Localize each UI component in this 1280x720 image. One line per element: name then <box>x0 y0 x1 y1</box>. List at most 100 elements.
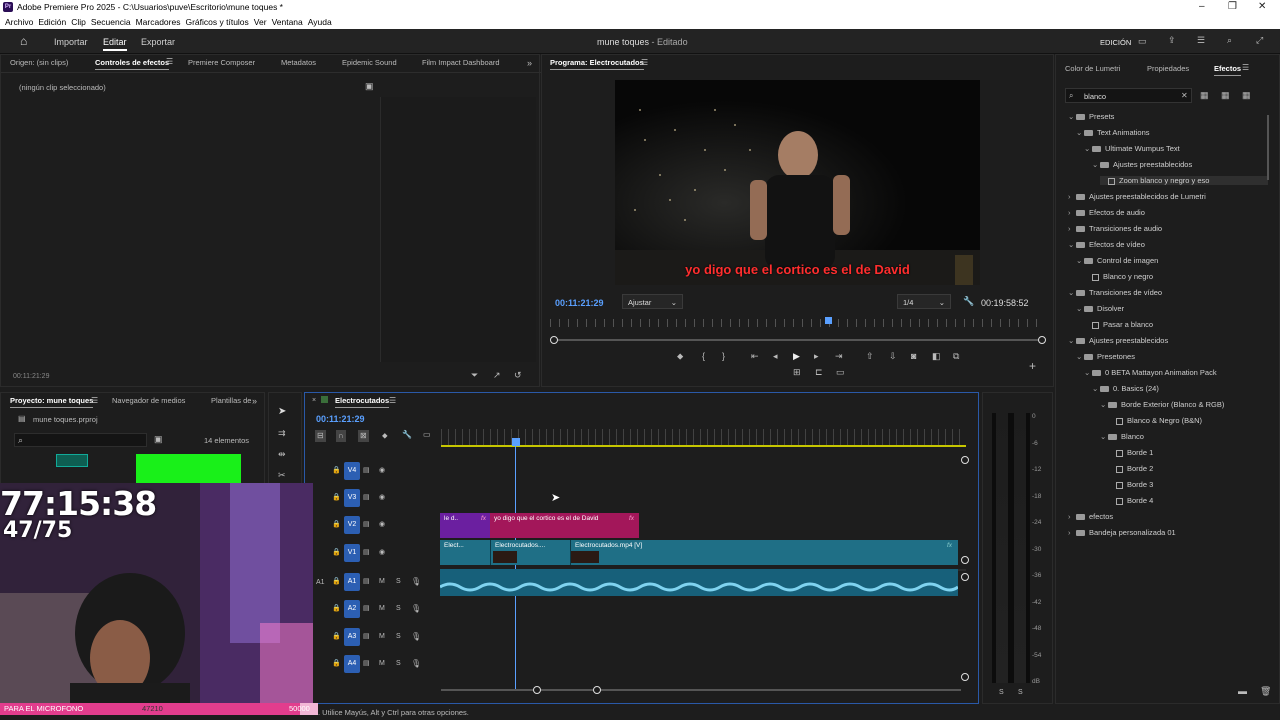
v-scroll-top[interactable] <box>961 456 969 464</box>
ripple-edit-icon[interactable]: ⇹ <box>278 450 286 459</box>
zoom-handle-right[interactable] <box>1038 336 1046 344</box>
effects-tree-item[interactable]: ⌄ Presetones <box>1076 352 1135 361</box>
effects-tree-item[interactable]: Borde 2 <box>1108 464 1153 473</box>
wrench-icon[interactable]: 🔧 <box>963 297 974 306</box>
tab-epidemic-sound[interactable]: Epidemic Sound <box>342 58 397 67</box>
chevron-right-icon[interactable]: › <box>1068 512 1076 521</box>
zoom-handle-left[interactable] <box>550 336 558 344</box>
solo-icon[interactable]: S <box>396 633 401 640</box>
toggle-sync-icon[interactable]: ▤ <box>363 521 370 528</box>
menu-item-3[interactable]: Secuencia <box>91 15 131 29</box>
toggle-sync-icon[interactable]: ▤ <box>363 660 370 667</box>
sequence-menu-icon[interactable]: ☰ <box>389 397 396 405</box>
razor-tool-icon[interactable]: ✂ <box>278 471 286 480</box>
delete-icon[interactable]: 🗑 <box>1260 687 1271 696</box>
marker-icon[interactable]: ⬥ <box>677 352 683 361</box>
tab-navegador-medios[interactable]: Navegador de medios <box>112 396 185 405</box>
lock-icon[interactable]: 🔒 <box>332 660 341 667</box>
chevron-down-icon[interactable]: ⌄ <box>1092 384 1100 393</box>
selection-tool-icon[interactable]: ➤ <box>278 407 286 417</box>
solo-icon[interactable]: S <box>396 605 401 612</box>
program-menu-icon[interactable]: ☰ <box>641 59 648 67</box>
effects-tree-item[interactable]: Pasar a blanco <box>1084 320 1153 329</box>
tab-film-impact[interactable]: Film Impact Dashboard <box>422 58 500 67</box>
accelerated-effects-icon[interactable]: ▦ <box>1200 91 1209 100</box>
chevron-down-icon[interactable]: ⌄ <box>1076 128 1084 137</box>
mute-icon[interactable]: M <box>379 578 385 585</box>
effects-tree-item[interactable]: ⌄ Transiciones de vídeo <box>1068 288 1162 297</box>
tab-proyecto[interactable]: Proyecto: mune toques <box>10 396 94 408</box>
a1-audio-clip[interactable] <box>440 569 958 596</box>
tab-metadatos[interactable]: Metadatos <box>281 58 316 67</box>
video-frame[interactable]: yo digo que el cortico es el de David <box>615 80 980 285</box>
go-to-in-icon[interactable]: ⇤ <box>751 352 759 361</box>
menu-item-8[interactable]: Ayuda <box>308 15 332 29</box>
project-search[interactable]: ⌕ <box>14 433 147 447</box>
chevron-down-icon[interactable]: ⌄ <box>1100 432 1108 441</box>
safe-margins-icon[interactable]: ⊞ <box>793 368 801 377</box>
timeline-timecode[interactable]: 00:11:21:29 <box>316 414 365 424</box>
microphone-icon[interactable]: 🎙 <box>411 578 421 586</box>
minimize-icon[interactable]: – <box>1199 1 1205 12</box>
effects-menu-icon[interactable]: ☰ <box>1242 64 1249 72</box>
effects-tree-item[interactable]: ⌄ 0 BETA Mattayon Animation Pack <box>1084 368 1217 377</box>
effects-tree-item[interactable]: Borde 3 <box>1108 480 1153 489</box>
effects-tree-item[interactable]: Borde 1 <box>1108 448 1153 457</box>
more-tabs-icon[interactable]: » <box>527 59 532 68</box>
track-select-icon[interactable]: ⇉ <box>278 429 286 438</box>
menu-item-7[interactable]: Ventana <box>272 15 303 29</box>
toggle-sync-icon[interactable]: ▤ <box>363 549 370 556</box>
tab-premiere-composer[interactable]: Premiere Composer <box>188 58 255 67</box>
tab-color-lumetri[interactable]: Color de Lumetri <box>1065 64 1120 73</box>
timeline-settings-icon[interactable]: 🔧 <box>402 431 412 439</box>
nest-icon[interactable]: ⊟ <box>315 430 326 442</box>
multicam-icon[interactable]: ⧉ <box>953 352 959 361</box>
timeline-scroll-handle-right[interactable] <box>593 686 601 694</box>
close-sequence-icon[interactable]: × <box>312 397 316 404</box>
export-frame-icon[interactable]: ↗ <box>493 371 501 380</box>
chevron-down-icon[interactable]: ⌄ <box>1076 256 1084 265</box>
toggle-sync-icon[interactable]: ▤ <box>363 633 370 640</box>
program-ruler[interactable] <box>550 319 1045 327</box>
track-target-a1[interactable]: A1 <box>344 573 360 591</box>
tab-propiedades[interactable]: Propiedades <box>1147 64 1189 73</box>
green-screen-thumbnail[interactable] <box>136 454 241 484</box>
toggle-sync-icon[interactable]: ▤ <box>363 605 370 612</box>
chevron-down-icon[interactable]: ⌄ <box>1068 240 1076 249</box>
chevron-down-icon[interactable]: ⌄ <box>1084 368 1092 377</box>
snap-icon[interactable]: ∩ <box>336 430 346 442</box>
more-tabs-icon[interactable]: » <box>252 397 257 406</box>
mute-icon[interactable]: M <box>379 633 385 640</box>
track-target-a3[interactable]: A3 <box>344 628 360 646</box>
menu-item-2[interactable]: Clip <box>71 15 86 29</box>
program-title[interactable]: Programa: Electrocutados <box>550 58 644 70</box>
track-target-a2[interactable]: A2 <box>344 600 360 618</box>
v2-clip-1[interactable]: le d.. fx <box>440 513 490 538</box>
go-to-out-icon[interactable]: ⇥ <box>835 352 843 361</box>
effects-tree-item[interactable]: ⌄ Control de imagen <box>1076 256 1158 265</box>
mute-icon[interactable]: M <box>379 605 385 612</box>
effects-tree-item[interactable]: › Bandeja personalizada 01 <box>1068 528 1176 537</box>
lock-icon[interactable]: 🔒 <box>332 549 341 556</box>
track-target-v3[interactable]: V3 <box>344 489 360 507</box>
effects-tree-item[interactable]: ⌄ Text Animations <box>1076 128 1150 137</box>
toggle-timeline-icon[interactable]: ▣ <box>365 82 374 91</box>
effects-tree-item[interactable]: ⌄ Ultimate Wumpus Text <box>1084 144 1180 153</box>
play-icon[interactable]: ▶ <box>793 352 800 361</box>
effects-tree-item[interactable]: ⌄ Presets <box>1068 112 1114 121</box>
project-menu-icon[interactable]: ☰ <box>91 397 98 405</box>
effects-tree-item[interactable]: › Efectos de audio <box>1068 208 1145 217</box>
lock-icon[interactable]: 🔒 <box>332 494 341 501</box>
extract-icon[interactable]: ⇩ <box>889 352 897 361</box>
track-target-v4[interactable]: V4 <box>344 462 360 480</box>
lock-icon[interactable]: 🔒 <box>332 521 341 528</box>
v2-clip-2[interactable]: yo digo que el cortico es el de David fx <box>490 513 639 538</box>
chevron-down-icon[interactable]: ⌄ <box>1068 112 1076 121</box>
v1-clip-2[interactable]: Electrocutados.... <box>490 540 570 565</box>
audio-thumbnail[interactable] <box>56 454 88 467</box>
step-forward-icon[interactable]: ▸ <box>814 352 819 361</box>
zoom-scrollbar[interactable] <box>552 339 1045 341</box>
track-target-v2[interactable]: V2 <box>344 516 360 534</box>
chevron-right-icon[interactable]: › <box>1068 224 1076 233</box>
lock-icon[interactable]: 🔒 <box>332 578 341 585</box>
